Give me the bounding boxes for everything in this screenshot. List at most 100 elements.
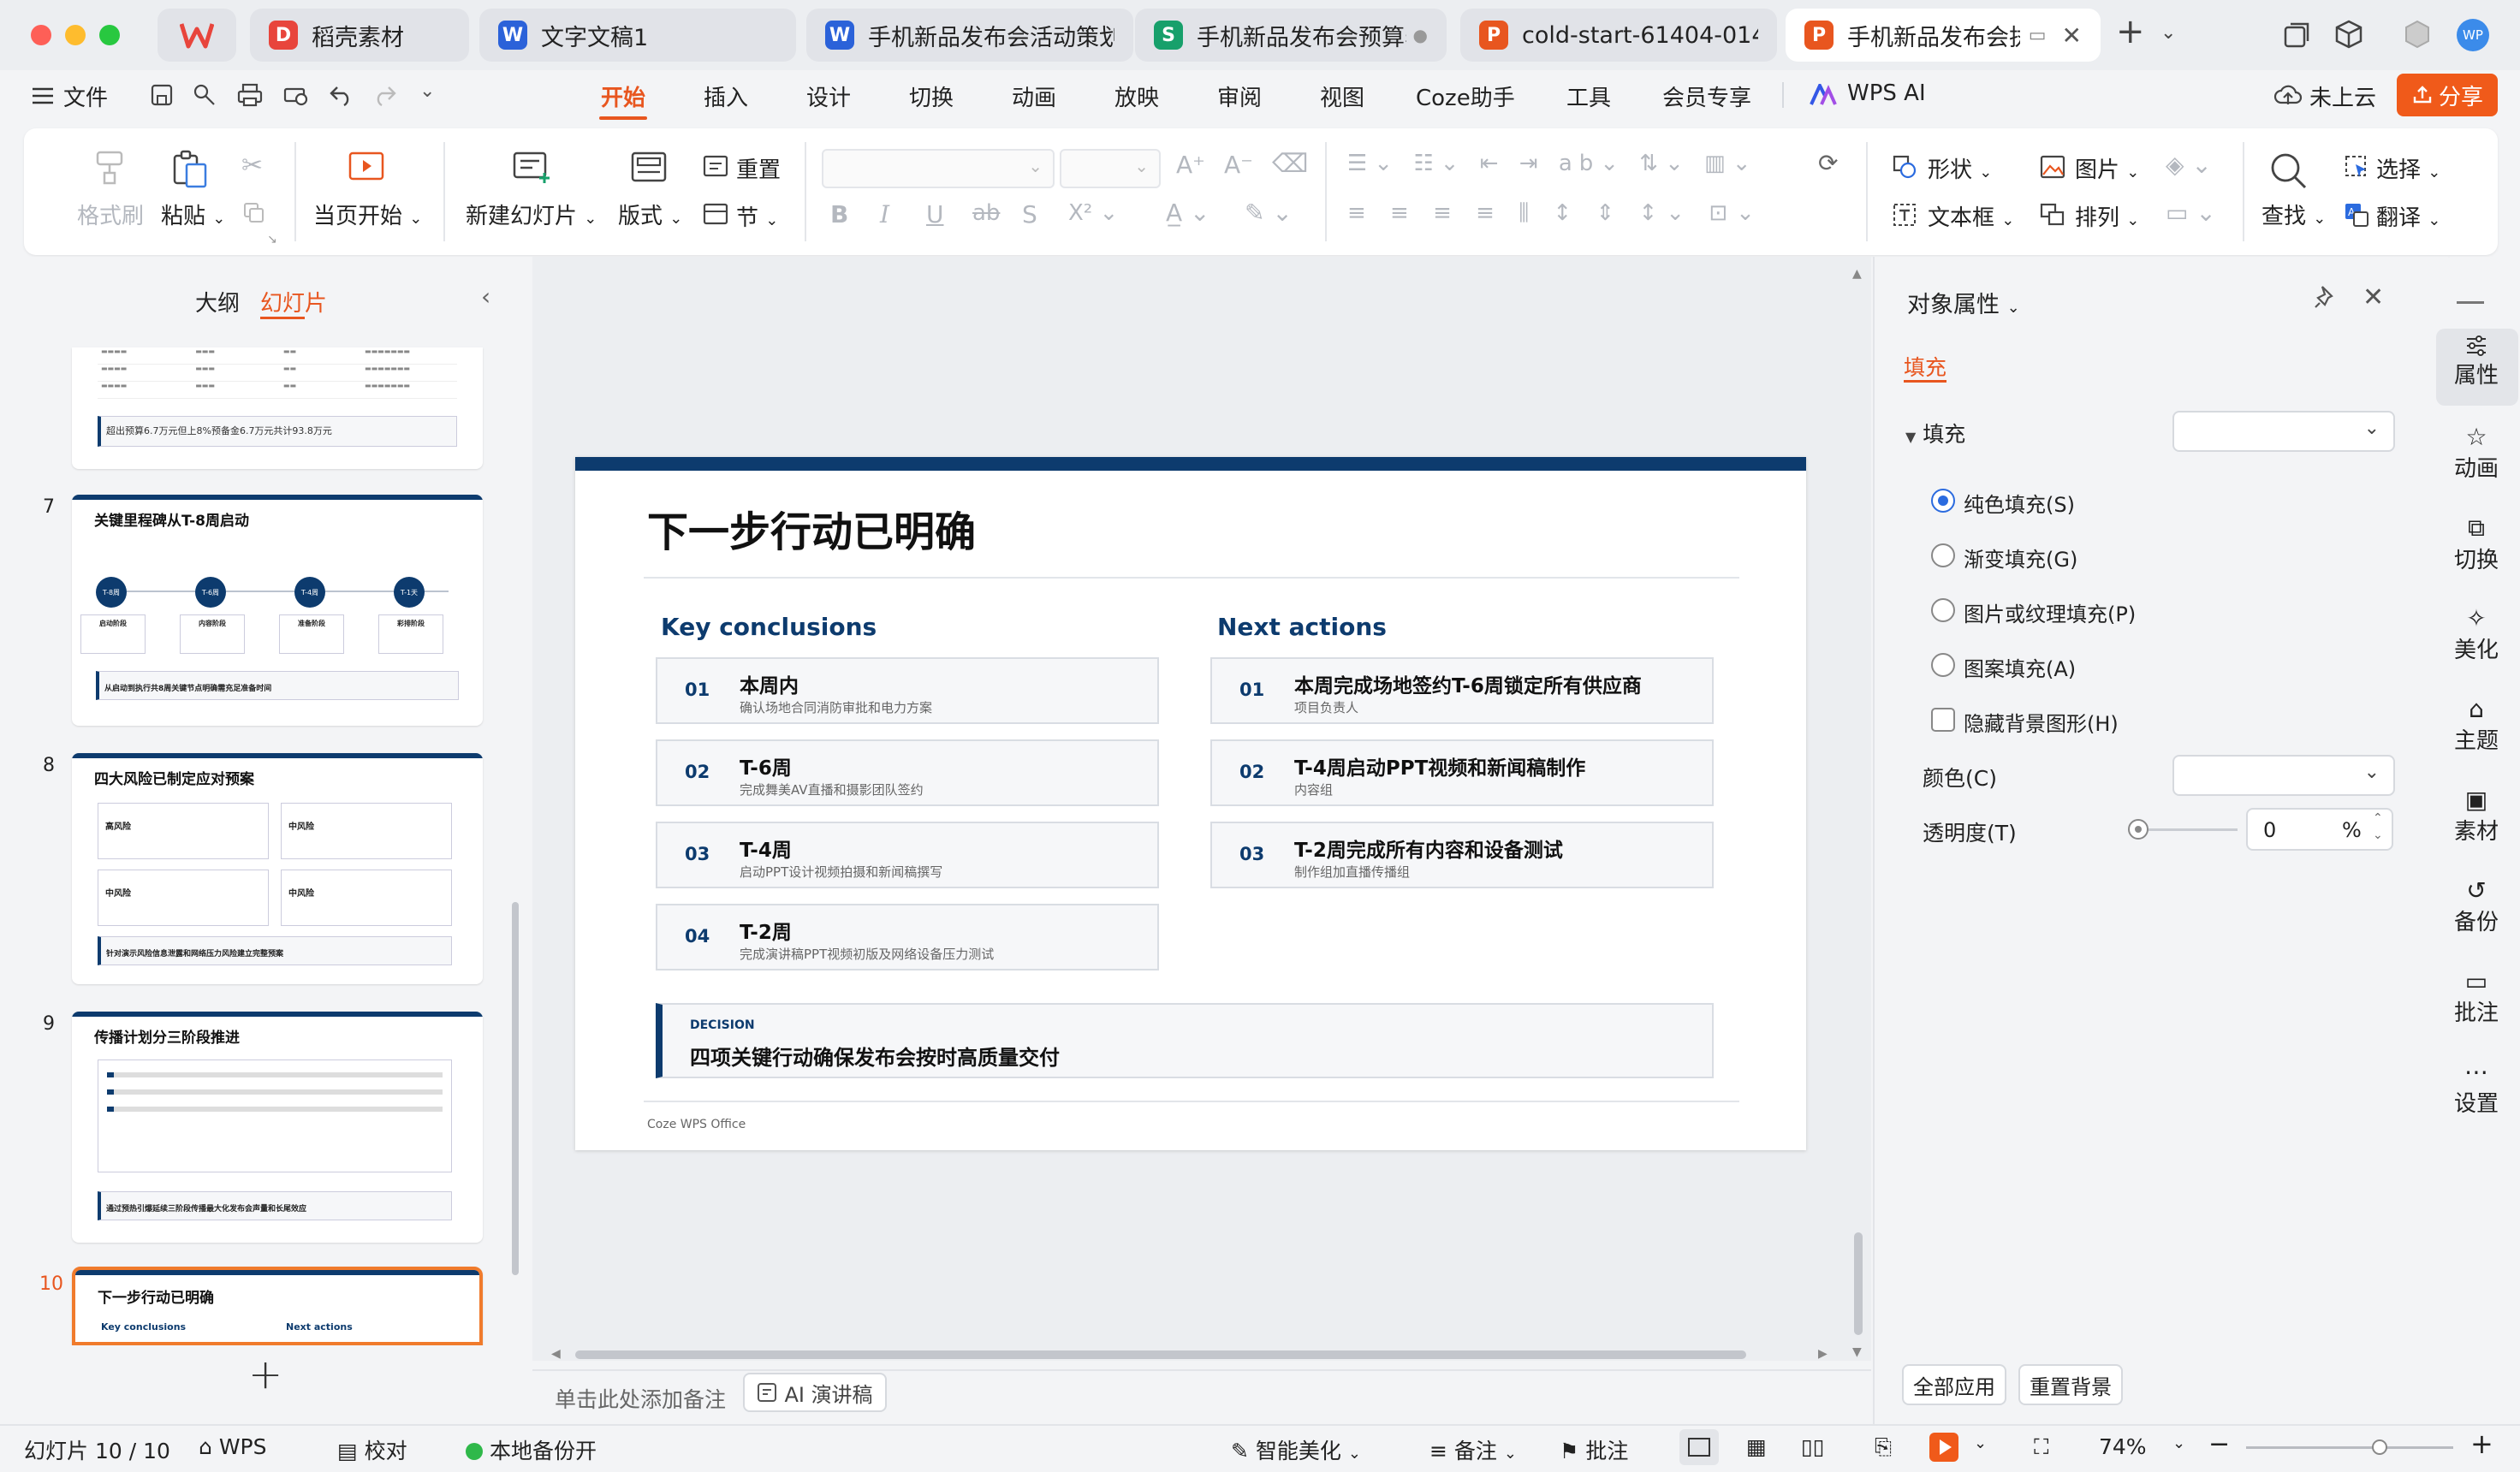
transparency-slider-track[interactable] — [2135, 828, 2238, 831]
zoom-level[interactable]: 74% — [2099, 1434, 2147, 1459]
conclusion-item[interactable]: 03 T-4周 启动PPT设计视频拍摄和新闻稿撰写 — [656, 822, 1159, 888]
play-slideshow-button[interactable] — [1929, 1433, 1958, 1462]
slide-thumbnail-9[interactable]: 传播计划分三阶段推进 通过预热引爆延续三阶段传播最大化发布会声量和长尾效应 — [72, 1012, 483, 1243]
scroll-right-icon[interactable]: ▶ — [1818, 1347, 1828, 1361]
play-from-current-button[interactable]: 当页开始 ⌄ — [313, 199, 422, 230]
text-convert-icon[interactable]: ⟳ — [1818, 149, 1838, 177]
normal-view-button[interactable] — [1679, 1429, 1719, 1465]
apply-all-button[interactable]: 全部应用 — [1902, 1364, 2006, 1405]
pattern-fill-radio[interactable] — [1931, 653, 1955, 677]
action-item[interactable]: 03 T-2周完成所有内容和设备测试 制作组加直播传播组 — [1210, 822, 1714, 888]
cut-icon[interactable]: ✂ — [241, 151, 263, 181]
reset-button[interactable]: 重置 — [736, 152, 781, 184]
close-window-button[interactable] — [31, 25, 51, 45]
slide-editor[interactable]: 下一步行动已明确 Key conclusions Next actions 01… — [575, 457, 1806, 1150]
theme-status[interactable]: ⌂ WPS — [199, 1434, 267, 1459]
conclusion-item[interactable]: 01 本周内 确认场地合同消防审批和电力方案 — [656, 657, 1159, 724]
fit-window-icon[interactable]: ⛶ — [2034, 1434, 2049, 1460]
menu-home[interactable]: 开始 — [601, 80, 645, 112]
window-restore-icon[interactable] — [2282, 21, 2311, 50]
maximize-window-button[interactable] — [99, 25, 120, 45]
zoom-in-icon[interactable]: + — [2470, 1427, 2493, 1460]
reset-background-button[interactable]: 重置背景 — [2018, 1364, 2123, 1405]
menu-tools[interactable]: 工具 — [1566, 80, 1611, 112]
slide-thumbnail-8[interactable]: 四大风险已制定应对预案 高风险 中风险 中风险 中风险 针对演示风险信息泄露和网… — [72, 753, 483, 984]
font-family-select[interactable]: ⌄ — [822, 149, 1055, 188]
close-tab-icon[interactable]: ✕ — [2062, 21, 2082, 50]
pin-icon[interactable] — [2313, 284, 2339, 310]
zoom-dropdown-icon[interactable]: ⌄ — [2172, 1434, 2185, 1452]
action-item[interactable]: 01 本周完成场地签约T-6周锁定所有供应商 项目负责人 — [1210, 657, 1714, 724]
print-preview-icon[interactable] — [282, 82, 310, 108]
format-painter-button[interactable]: 格式刷 — [77, 199, 144, 230]
transparency-slider-handle[interactable] — [2128, 819, 2149, 840]
picture-fill-radio[interactable] — [1931, 598, 1955, 622]
underline-icon[interactable]: U — [926, 200, 944, 229]
left-heading[interactable]: Key conclusions — [661, 613, 877, 641]
hide-background-checkbox[interactable] — [1931, 708, 1955, 732]
undo-icon[interactable] — [329, 84, 354, 106]
conclusion-item[interactable]: 04 T-2周 完成演讲稿PPT视频初版及网络设备压力测试 — [656, 904, 1159, 970]
sidebar-item-assets[interactable]: ▣ 素材 — [2441, 786, 2511, 846]
solid-fill-radio[interactable] — [1931, 489, 1955, 513]
font-size-select[interactable]: ⌄ — [1060, 149, 1161, 188]
sidebar-item-beautify[interactable]: ✧ 美化 — [2441, 604, 2511, 664]
slide-thumbnail-7[interactable]: 关键里程碑从T-8周启动 T-8周 T-6周 T-4周 T-1天 启动阶段 内容… — [72, 495, 483, 726]
slide-thumbnail-6[interactable]: ▬▬▬▬ ▬▬▬ ▬▬ ▬▬▬▬▬▬▬ ▬▬▬▬ ▬▬▬ ▬▬ ▬▬▬▬▬▬▬ ▬▬▬▬ ▬▬… — [72, 347, 483, 469]
minimize-window-button[interactable] — [65, 25, 86, 45]
slide-title[interactable]: 下一步行动已明确 — [647, 498, 976, 558]
section-button[interactable]: 节 ⌄ — [736, 200, 778, 232]
solid-fill-label[interactable]: 纯色填充(S) — [1964, 488, 2075, 518]
canvas-vertical-scrollbar[interactable] — [1854, 1232, 1863, 1335]
notes-toggle-button[interactable]: ≡ 备注 ⌄ — [1429, 1434, 1517, 1465]
tab-fill[interactable]: 填充 — [1904, 351, 1946, 382]
conclusion-item[interactable]: 02 T-6周 完成舞美AV直播和摄影团队签约 — [656, 739, 1159, 806]
translate-button[interactable]: 翻译 ⌄ — [2376, 200, 2440, 232]
fill-section-header[interactable]: ▼ 填充 — [1905, 418, 1965, 448]
slide-sorter-view-icon[interactable]: ▦ — [1746, 1434, 1767, 1459]
paste-button[interactable]: 粘贴 ⌄ — [161, 199, 225, 230]
menu-design[interactable]: 设计 — [806, 80, 851, 112]
sidebar-item-settings[interactable]: ⋯ 设置 — [2441, 1058, 2511, 1118]
smart-beautify-button[interactable]: ✎ 智能美化 ⌄ — [1231, 1434, 1361, 1465]
quick-access-dropdown-icon[interactable]: ⌄ — [419, 80, 435, 102]
transparency-input[interactable]: 0 % ⌃ ⌄ — [2246, 808, 2393, 851]
menu-wps-ai[interactable]: WPS AI — [1847, 80, 1926, 106]
tab-slides[interactable]: 幻灯片 — [260, 286, 327, 318]
reading-view-icon[interactable]: ▯▯ — [1801, 1434, 1825, 1459]
menu-slideshow[interactable]: 放映 — [1114, 80, 1159, 112]
tab-docer[interactable]: D 稻壳素材 — [250, 9, 469, 62]
sidebar-collapse-icon[interactable] — [2457, 301, 2484, 304]
notes-input[interactable]: 单击此处添加备注 — [555, 1383, 726, 1414]
superscript-icon[interactable]: X² ⌄ — [1068, 200, 1118, 226]
color-select[interactable]: ⌄ — [2172, 755, 2395, 796]
clipboard-launcher-icon[interactable]: ↘ — [267, 233, 277, 246]
tab-budget-sheet[interactable]: S 手机新品发布会预算表 ● — [1135, 9, 1447, 62]
gradient-fill-radio[interactable] — [1931, 543, 1955, 567]
menu-coze-assistant[interactable]: Coze助手 — [1416, 80, 1515, 112]
layout-button[interactable]: 版式 ⌄ — [618, 199, 682, 230]
share-button[interactable]: 分享 — [2397, 74, 2498, 116]
zoom-slider-track[interactable] — [2246, 1446, 2453, 1449]
fill-color-icon[interactable]: ◈ ⌄ — [2166, 151, 2212, 179]
cube-icon[interactable] — [2333, 19, 2364, 50]
ai-speech-button[interactable]: AI 演讲稿 — [743, 1373, 887, 1412]
stepper-up-icon[interactable]: ⌃ — [2373, 811, 2383, 825]
bold-icon[interactable]: B — [830, 200, 848, 229]
tab-launch-exec[interactable]: P 手机新品发布会执 ▭ ✕ — [1786, 9, 2101, 62]
hexagon-icon[interactable] — [2402, 19, 2433, 50]
wps-home-tab[interactable] — [158, 9, 236, 62]
presenter-icon[interactable]: ⎘ — [1875, 1434, 1892, 1460]
menu-member[interactable]: 会员专享 — [1662, 80, 1751, 112]
highlight-icon[interactable]: ✎ ⌄ — [1245, 199, 1293, 227]
close-panel-icon[interactable]: ✕ — [2362, 282, 2384, 312]
menu-file[interactable]: 文件 — [63, 80, 108, 112]
backup-status[interactable]: 本地备份开 — [466, 1434, 597, 1465]
picture-fill-label[interactable]: 图片或纹理填充(P) — [1964, 597, 2136, 627]
clear-format-icon[interactable]: ⌫ — [1272, 149, 1308, 179]
textbox-button[interactable]: 文本框 ⌄ — [1928, 200, 2014, 232]
decision-box[interactable]: DECISION 四项关键行动确保发布会按时高质量交付 — [656, 1003, 1714, 1078]
export-icon[interactable] — [192, 82, 217, 108]
scroll-left-icon[interactable]: ◀ — [551, 1347, 561, 1361]
new-slide-button[interactable]: 新建幻灯片 ⌄ — [466, 199, 597, 230]
